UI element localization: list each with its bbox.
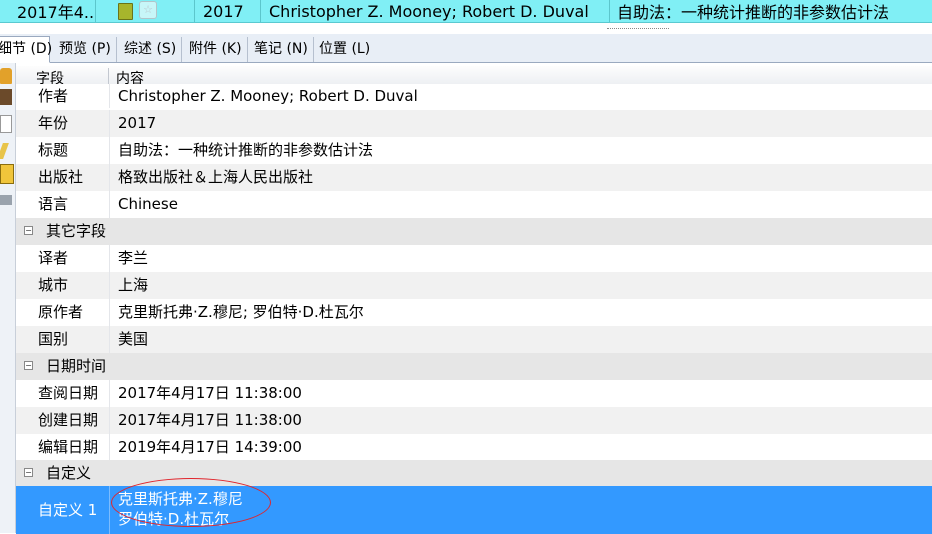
field-row[interactable]: 语言 Chinese: [16, 191, 932, 218]
field-value: 克里斯托弗·Z.穆尼; 罗伯特·D.杜瓦尔: [118, 303, 364, 321]
field-name: 查阅日期: [16, 380, 110, 407]
field-value-multiline[interactable]: 克里斯托弗·Z.穆尼 罗伯特·D.杜瓦尔: [110, 486, 932, 534]
field-value: 2019年4月17日 14:39:00: [118, 438, 302, 456]
field-value-line: 克里斯托弗·Z.穆尼: [118, 490, 243, 508]
field-name: 译者: [16, 245, 110, 272]
field-value: Chinese: [118, 195, 178, 213]
field-value: 2017: [118, 114, 157, 132]
tab-preview[interactable]: 预览 (P): [54, 37, 117, 62]
group-label: 日期时间: [46, 357, 107, 375]
tab-summary[interactable]: 综述 (S): [119, 37, 183, 62]
field-grid-icon[interactable]: [0, 164, 14, 184]
field-row[interactable]: 城市 上海: [16, 272, 932, 299]
tab-details[interactable]: 细节 (D): [0, 36, 52, 63]
field-name: 自定义 1: [16, 486, 110, 534]
star-icon[interactable]: ☆: [139, 1, 157, 19]
detail-tab-bar: 细节 (D) 预览 (P) 综述 (S) 附件 (K) 笔记 (N) 位置 (L…: [0, 34, 932, 63]
field-row[interactable]: 创建日期 2017年4月17日 11:38:00: [16, 407, 932, 434]
field-row[interactable]: 译者 李兰: [16, 245, 932, 272]
field-name: 出版社: [16, 164, 110, 191]
record-title: 自助法：一种统计推断的非参数估计法: [617, 3, 890, 22]
splitter-grip[interactable]: [607, 28, 669, 31]
field-name: 创建日期: [16, 407, 110, 434]
field-value: 上海: [118, 276, 149, 294]
record-authors: Christopher Z. Mooney; Robert D. Duval: [261, 0, 610, 22]
book-icon: [118, 3, 133, 20]
field-row[interactable]: 标题 自助法：一种统计推断的非参数估计法: [16, 137, 932, 164]
field-name: 原作者: [16, 299, 110, 326]
field-name: 城市: [16, 272, 110, 299]
field-name: 编辑日期: [16, 434, 110, 461]
group-label: 其它字段: [46, 222, 107, 240]
collapse-toggle-icon[interactable]: −: [24, 226, 33, 235]
tab-attachments[interactable]: 附件 (K): [184, 37, 248, 62]
field-row[interactable]: 编辑日期 2019年4月17日 14:39:00: [16, 434, 932, 461]
field-row[interactable]: 原作者 克里斯托弗·Z.穆尼; 罗伯特·D.杜瓦尔: [16, 299, 932, 326]
field-row[interactable]: 查阅日期 2017年4月17日 11:38:00: [16, 380, 932, 407]
field-name: 标题: [16, 137, 110, 164]
field-row[interactable]: 国别 美国: [16, 326, 932, 353]
field-value-line: 罗伯特·D.杜瓦尔: [118, 510, 230, 528]
group-header-datetime[interactable]: − 日期时间: [16, 353, 932, 380]
group-header-custom[interactable]: − 自定义: [16, 460, 932, 487]
field-row[interactable]: 出版社 格致出版社＆上海人民出版社: [16, 164, 932, 191]
tab-location[interactable]: 位置 (L): [314, 37, 375, 62]
field-row[interactable]: 作者 Christopher Z. Mooney; Robert D. Duva…: [16, 84, 932, 108]
field-value: Christopher Z. Mooney; Robert D. Duval: [118, 87, 418, 105]
field-name: 作者: [16, 84, 110, 108]
side-toolbar: [0, 63, 16, 533]
field-name: 语言: [16, 191, 110, 218]
field-name: 国别: [16, 326, 110, 353]
group-header-other-fields[interactable]: − 其它字段: [16, 218, 932, 245]
field-value: 自助法：一种统计推断的非参数估计法: [118, 141, 374, 159]
field-grid: 字段 内容 作者 Christopher Z. Mooney; Robert D…: [16, 66, 932, 534]
field-value: 2017年4月17日 11:38:00: [118, 411, 302, 429]
selected-record-row[interactable]: 2017年4... ☆ 2017 Christopher Z. Mooney; …: [0, 0, 932, 23]
collapse-toggle-icon[interactable]: −: [24, 468, 33, 477]
field-value: 美国: [118, 330, 149, 348]
record-icons: ☆: [96, 0, 195, 22]
record-year: 2017: [195, 0, 261, 22]
book-icon[interactable]: [0, 89, 12, 105]
field-name: 年份: [16, 110, 110, 137]
printer-icon[interactable]: [0, 195, 12, 205]
group-label: 自定义: [46, 464, 92, 482]
tab-notes[interactable]: 笔记 (N): [249, 37, 314, 62]
brush-icon[interactable]: [0, 143, 9, 159]
record-date: 2017年4...: [0, 0, 96, 22]
copy-icon[interactable]: [0, 115, 12, 133]
collapse-toggle-icon[interactable]: −: [24, 361, 33, 370]
field-row[interactable]: 年份 2017: [16, 110, 932, 137]
field-row-selected[interactable]: 自定义 1 克里斯托弗·Z.穆尼 罗伯特·D.杜瓦尔: [16, 486, 932, 534]
lock-icon[interactable]: [0, 68, 12, 84]
field-value: 2017年4月17日 11:38:00: [118, 384, 302, 402]
field-value: 李兰: [118, 249, 149, 267]
field-value: 格致出版社＆上海人民出版社: [118, 168, 314, 186]
